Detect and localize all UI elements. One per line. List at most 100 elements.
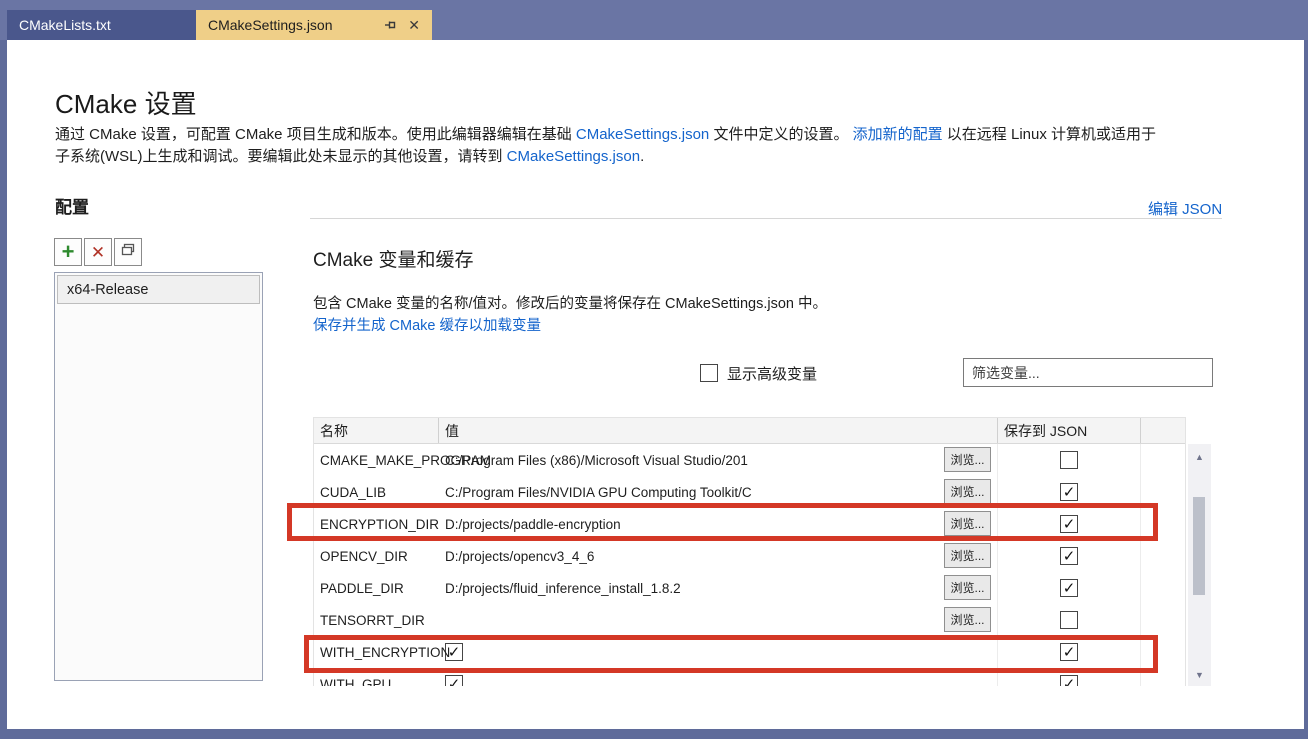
filter-variables-input[interactable]: [963, 358, 1213, 387]
save-to-json-cell: [998, 444, 1141, 476]
save-and-generate-link[interactable]: 保存并生成 CMake 缓存以加载变量: [313, 314, 541, 335]
variable-value: D:/projects/fluid_inference_install_1.8.…: [445, 581, 681, 596]
variable-name: PADDLE_DIR: [314, 572, 439, 604]
empty-cell: [1141, 668, 1185, 686]
intro-text-segment: 文件中定义的设置。: [709, 126, 852, 143]
table-row[interactable]: OPENCV_DIR D:/projects/opencv3_4_6 浏览...: [314, 540, 1185, 572]
variable-name: CMAKE_MAKE_PROGRAM: [314, 444, 439, 476]
table-row[interactable]: CMAKE_MAKE_PROGRAMC:/Program Files (x86)…: [314, 444, 1185, 476]
empty-cell: [1141, 508, 1185, 540]
variable-value-cell[interactable]: [439, 668, 998, 686]
variables-table-body: CMAKE_MAKE_PROGRAMC:/Program Files (x86)…: [314, 444, 1185, 686]
edit-json-link[interactable]: 编辑 JSON: [1148, 198, 1222, 219]
variable-name: WITH_GPU: [314, 668, 439, 686]
configurations-toolbar: + ✕: [54, 238, 142, 266]
table-row[interactable]: ENCRYPTION_DIRD:/projects/paddle-encrypt…: [314, 508, 1185, 540]
configuration-item-x64-release[interactable]: x64-Release: [57, 275, 260, 304]
save-to-json-cell: [998, 508, 1141, 540]
window-left-border: [0, 40, 7, 739]
intro-text-segment: 子系统(WSL)上生成和调试。要编辑此处未显示的其他设置，请转到: [55, 148, 507, 165]
scroll-down-icon[interactable]: ▼: [1188, 666, 1211, 684]
variable-name: CUDA_LIB: [314, 476, 439, 508]
variables-table: 名称 值 保存到 JSON CMAKE_MAKE_PROGRAMC:/Progr…: [313, 417, 1186, 686]
save-to-json-cell: [998, 572, 1141, 604]
pin-icon[interactable]: [384, 18, 398, 32]
browse-button[interactable]: 浏览...: [944, 607, 991, 632]
variable-value: C:/Program Files/NVIDIA GPU Computing To…: [445, 485, 752, 500]
empty-cell: [1141, 540, 1185, 572]
save-to-json-checkbox[interactable]: [1060, 451, 1078, 469]
tab-cmakelists[interactable]: CMakeLists.txt: [7, 10, 196, 40]
delete-icon: ✕: [91, 244, 105, 261]
tab-cmakesettings[interactable]: CMakeSettings.json ✕: [196, 10, 432, 40]
variable-value-cell[interactable]: 浏览...: [439, 604, 998, 636]
column-header-name[interactable]: 名称: [314, 418, 439, 443]
variables-heading: CMake 变量和缓存: [313, 245, 473, 272]
variables-table-header: 名称 值 保存到 JSON: [314, 418, 1185, 444]
save-to-json-checkbox[interactable]: [1060, 643, 1078, 661]
browse-button[interactable]: 浏览...: [944, 479, 991, 504]
table-row[interactable]: CUDA_LIB C:/Program Files/NVIDIA GPU Comp…: [314, 476, 1185, 508]
save-to-json-checkbox[interactable]: [1060, 611, 1078, 629]
save-to-json-checkbox[interactable]: [1060, 547, 1078, 565]
variable-value-cell[interactable]: [439, 636, 998, 668]
show-advanced-label: 显示高级变量: [727, 363, 817, 384]
show-advanced-checkbox[interactable]: [700, 364, 718, 382]
empty-cell: [1141, 636, 1185, 668]
intro-line-1: 通过 CMake 设置，可配置 CMake 项目生成和版本。使用此编辑器编辑在基…: [55, 124, 1301, 146]
save-to-json-checkbox[interactable]: [1060, 579, 1078, 597]
table-scrollbar[interactable]: ▲ ▼: [1188, 444, 1211, 686]
variable-name: ENCRYPTION_DIR: [314, 508, 439, 540]
scroll-up-icon[interactable]: ▲: [1188, 448, 1211, 466]
configurations-heading: 配置: [55, 193, 89, 218]
empty-cell: [1141, 604, 1185, 636]
intro-text-segment: 通过 CMake 设置，可配置 CMake 项目生成和版本。使用此编辑器编辑在基…: [55, 126, 576, 143]
table-row[interactable]: PADDLE_DIR D:/projects/fluid_inference_in…: [314, 572, 1185, 604]
column-header-save-to-json[interactable]: 保存到 JSON: [998, 418, 1141, 443]
remove-configuration-button[interactable]: ✕: [84, 238, 112, 266]
tab-label: CMakeLists.txt: [19, 17, 111, 33]
intro-text: 通过 CMake 设置，可配置 CMake 项目生成和版本。使用此编辑器编辑在基…: [55, 124, 1301, 168]
variable-value-cell[interactable]: D:/projects/opencv3_4_6 浏览...: [439, 540, 998, 572]
variable-value-cell[interactable]: C:/Program Files/NVIDIA GPU Computing To…: [439, 476, 998, 508]
browse-button[interactable]: 浏览...: [944, 543, 991, 568]
save-to-json-cell: [998, 604, 1141, 636]
close-icon[interactable]: ✕: [408, 18, 420, 32]
cmakesettings-json-link[interactable]: CMakeSettings.json: [576, 126, 709, 143]
add-configuration-button[interactable]: +: [54, 238, 82, 266]
cmakesettings-json-link[interactable]: CMakeSettings.json: [507, 148, 640, 165]
intro-text-segment: 以在远程 Linux 计算机或适用于: [943, 126, 1156, 143]
variable-value-cell[interactable]: D:/projects/fluid_inference_install_1.8.…: [439, 572, 998, 604]
variable-value: D:/projects/opencv3_4_6: [445, 549, 594, 564]
variable-name: OPENCV_DIR: [314, 540, 439, 572]
variable-value: D:/projects/paddle-encryption: [445, 517, 621, 532]
intro-line-2: 子系统(WSL)上生成和调试。要编辑此处未显示的其他设置，请转到 CMakeSe…: [55, 146, 1301, 168]
browse-button[interactable]: 浏览...: [944, 575, 991, 600]
table-row[interactable]: TENSORRT_DIR 浏览...: [314, 604, 1185, 636]
variable-value-cell[interactable]: C:/Program Files (x86)/Microsoft Visual …: [439, 444, 998, 476]
save-to-json-checkbox[interactable]: [1060, 483, 1078, 501]
duplicate-configuration-button[interactable]: [114, 238, 142, 266]
variables-description: 包含 CMake 变量的名称/值对。修改后的变量将保存在 CMakeSettin…: [313, 292, 827, 313]
empty-cell: [1141, 476, 1185, 508]
configurations-list: x64-Release: [54, 272, 263, 681]
add-configuration-link[interactable]: 添加新的配置: [853, 126, 943, 143]
plus-icon: +: [62, 241, 75, 263]
table-row[interactable]: WITH_GPU: [314, 668, 1185, 686]
variable-name: TENSORRT_DIR: [314, 604, 439, 636]
browse-button[interactable]: 浏览...: [944, 511, 991, 536]
scrollbar-thumb[interactable]: [1193, 497, 1205, 595]
editor-tab-bar: CMakeLists.txt CMakeSettings.json ✕: [7, 10, 432, 40]
window-right-border: [1304, 40, 1308, 739]
save-to-json-checkbox[interactable]: [1060, 675, 1078, 686]
save-to-json-cell: [998, 636, 1141, 668]
save-to-json-cell: [998, 668, 1141, 686]
column-header-value[interactable]: 值: [439, 418, 998, 443]
section-divider: [310, 218, 1222, 219]
value-checkbox[interactable]: [445, 675, 463, 686]
browse-button[interactable]: 浏览...: [944, 447, 991, 472]
table-row[interactable]: WITH_ENCRYPTION: [314, 636, 1185, 668]
save-to-json-checkbox[interactable]: [1060, 515, 1078, 533]
empty-cell: [1141, 444, 1185, 476]
variable-value-cell[interactable]: D:/projects/paddle-encryption 浏览...: [439, 508, 998, 540]
